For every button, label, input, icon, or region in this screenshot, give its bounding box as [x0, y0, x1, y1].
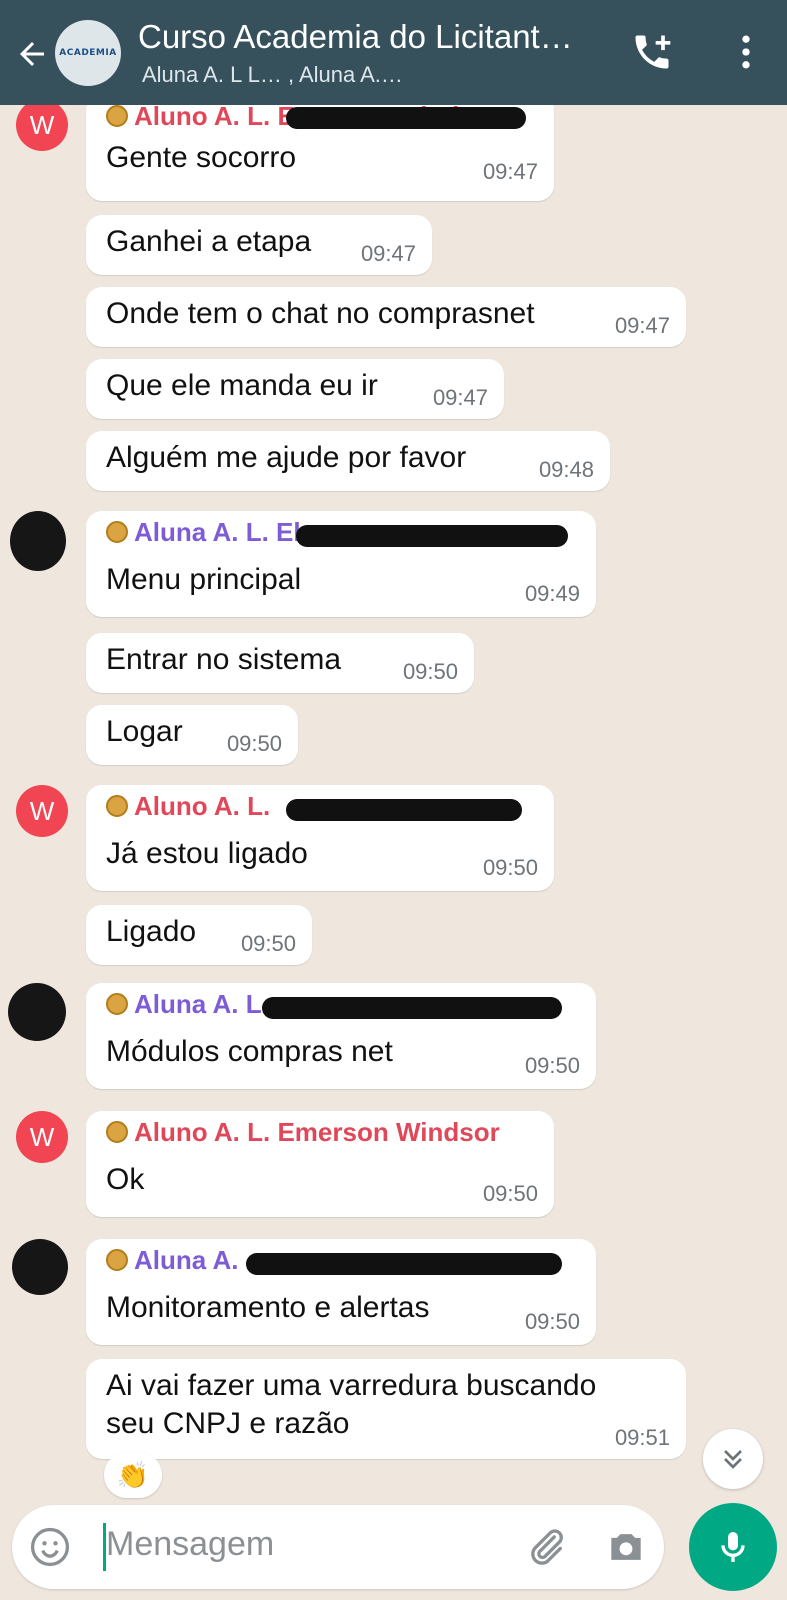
message-bubble[interactable]: Aluna A. L. Módulos compras net 09:50	[86, 983, 596, 1089]
redaction-mark	[262, 997, 562, 1019]
message-time: 09:50	[402, 659, 458, 684]
avatar[interactable]: W	[16, 105, 68, 151]
message-time: 09:49	[524, 581, 580, 606]
more-vert-icon[interactable]	[724, 30, 768, 74]
medal-icon	[106, 105, 128, 127]
avatar[interactable]	[8, 983, 66, 1041]
message-text-line-2: seu CNPJ e razão	[106, 1407, 350, 1440]
message-time: 09:51	[614, 1425, 670, 1450]
message-bubble[interactable]: Aluno A. L. Emerson Windsor Gente socorr…	[86, 105, 554, 201]
avatar[interactable]	[10, 511, 66, 571]
avatar-letter: W	[29, 109, 55, 140]
redaction-mark	[286, 799, 522, 821]
message-text: Módulos compras net	[106, 1035, 393, 1068]
message-bubble[interactable]: Aluno A. L. Emerson Windsor Ok 09:50	[86, 1111, 554, 1217]
sender-text: Aluna A. L.	[134, 989, 269, 1019]
message-bubble[interactable]: Que ele manda eu ir 09:47	[86, 359, 504, 419]
message-time: 09:47	[482, 159, 538, 184]
chat-subtitle[interactable]: Aluna A. L L… , Aluna A.…	[142, 62, 612, 88]
message-text: Ganhei a etapa	[106, 225, 312, 258]
attach-icon[interactable]	[524, 1525, 568, 1569]
mic-button[interactable]	[689, 1503, 777, 1591]
message-text: Onde tem o chat no comprasnet	[106, 297, 535, 330]
chevron-down-icon	[724, 1450, 742, 1469]
mic-icon	[721, 1532, 745, 1562]
reaction-badge[interactable]: 👏	[104, 1452, 162, 1498]
chat-header: ACADEMIA Curso Academia do Licitant… Alu…	[0, 0, 787, 105]
emoji-icon[interactable]	[28, 1525, 72, 1569]
message-bubble[interactable]: Logar 09:50	[86, 705, 298, 765]
sender-text: Aluno A. L.	[134, 791, 271, 821]
message-text: Alguém me ajude por favor	[106, 441, 467, 474]
message-time: 09:47	[614, 313, 670, 338]
group-avatar[interactable]: ACADEMIA	[55, 20, 121, 86]
sender-name[interactable]: Aluna A.	[106, 1245, 238, 1276]
message-time: 09:50	[226, 731, 282, 756]
sender-name[interactable]: Aluna A. L.	[106, 989, 269, 1020]
sender-name[interactable]: Aluna A. L. El	[106, 517, 301, 548]
sender-text: Aluno A. L. Emerson Windsor	[134, 1117, 500, 1147]
camera-icon[interactable]	[604, 1525, 648, 1569]
message-text: Gente socorro	[106, 141, 297, 174]
message-bubble[interactable]: Onde tem o chat no comprasnet 09:47	[86, 287, 686, 347]
message-text: Menu principal	[106, 563, 302, 596]
message-bubble[interactable]: Aluna A. Monitoramento e alertas 09:50	[86, 1239, 596, 1345]
message-text: Ligado	[106, 915, 197, 948]
message-bubble[interactable]: Entrar no sistema 09:50	[86, 633, 474, 693]
message-bubble[interactable]: Ligado 09:50	[86, 905, 312, 965]
medal-icon	[106, 993, 128, 1015]
message-text: Já estou ligado	[106, 837, 308, 870]
avatar[interactable]	[12, 1239, 68, 1295]
message-time: 09:50	[482, 855, 538, 880]
message-time: 09:47	[360, 241, 416, 266]
scroll-to-bottom-button[interactable]	[703, 1429, 763, 1489]
add-call-icon[interactable]	[630, 30, 674, 74]
redaction-mark	[286, 107, 526, 129]
message-bubble[interactable]: Aluna A. L. El Menu principal 09:49	[86, 511, 596, 617]
message-bubble[interactable]: Aluno A. L. Já estou ligado 09:50	[86, 785, 554, 891]
back-arrow-icon[interactable]	[14, 36, 50, 72]
message-input-bar: Mensagem	[12, 1505, 664, 1589]
sender-name[interactable]: Aluno A. L. Emerson Windsor	[106, 1117, 500, 1148]
sender-name[interactable]: Aluno A. L.	[106, 791, 270, 822]
chat-title[interactable]: Curso Academia do Licitant…	[138, 18, 608, 56]
message-time: 09:50	[240, 931, 296, 956]
avatar[interactable]: W	[16, 1111, 68, 1163]
message-text: Entrar no sistema	[106, 643, 342, 676]
message-text: Que ele manda eu ir	[106, 369, 378, 402]
avatar[interactable]: W	[16, 785, 68, 837]
message-input[interactable]: Mensagem	[106, 1525, 274, 1564]
message-text: Monitoramento e alertas	[106, 1291, 430, 1324]
message-time: 09:50	[482, 1181, 538, 1206]
message-time: 09:47	[432, 385, 488, 410]
group-avatar-text: ACADEMIA	[59, 48, 117, 58]
message-text: Ok	[106, 1163, 145, 1196]
redaction-mark	[246, 1253, 562, 1275]
message-bubble[interactable]: Alguém me ajude por favor 09:48	[86, 431, 610, 491]
sender-text: Aluna A. L. El	[134, 517, 301, 547]
avatar-letter: W	[29, 1121, 55, 1152]
medal-icon	[106, 1249, 128, 1271]
message-text: Logar	[106, 715, 183, 748]
avatar-letter: W	[29, 795, 55, 826]
redaction-mark	[296, 525, 568, 547]
message-time: 09:50	[524, 1053, 580, 1078]
message-bubble[interactable]: Ai vai fazer uma varredura buscando seu …	[86, 1359, 686, 1459]
message-text-line-1: Ai vai fazer uma varredura buscando	[106, 1369, 597, 1402]
message-list[interactable]: W Aluno A. L. Emerson Windsor Gente soco…	[0, 105, 787, 1485]
medal-icon	[106, 795, 128, 817]
sender-text: Aluna A.	[134, 1245, 239, 1275]
message-time: 09:48	[538, 457, 594, 482]
medal-icon	[106, 1121, 128, 1143]
message-bubble[interactable]: Ganhei a etapa 09:47	[86, 215, 432, 275]
message-time: 09:50	[524, 1309, 580, 1334]
medal-icon	[106, 521, 128, 543]
